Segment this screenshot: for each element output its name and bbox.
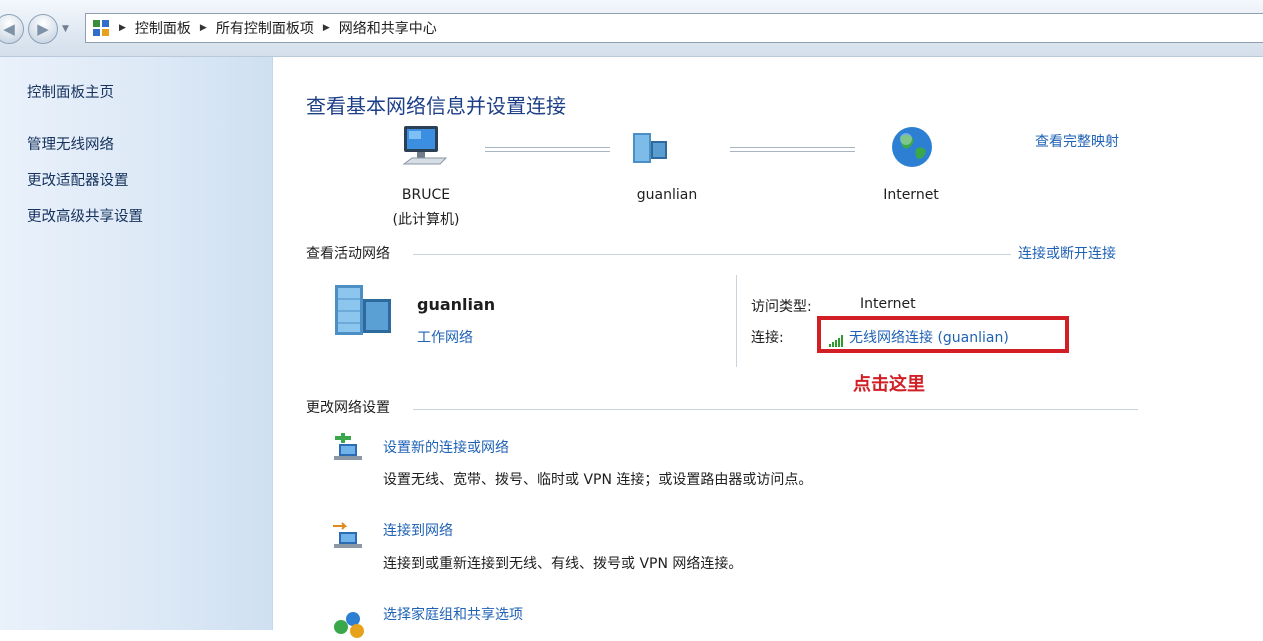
control-panel-icon: [92, 19, 110, 37]
section-divider: [413, 409, 1138, 410]
page-title: 查看基本网络信息并设置连接: [306, 94, 566, 118]
connect-to-network-link[interactable]: 连接到网络: [383, 520, 453, 540]
forward-button[interactable]: ▶: [28, 14, 58, 44]
sidebar: 控制面板主页 管理无线网络 更改适配器设置 更改高级共享设置: [0, 57, 273, 630]
breadcrumb-separator-icon[interactable]: ▶: [119, 23, 126, 33]
wireless-connection-link[interactable]: 无线网络连接 (guanlian): [829, 327, 1009, 347]
click-here-annotation: 点击这里: [853, 374, 925, 395]
new-connection-icon: [334, 433, 362, 460]
access-type-label: 访问类型:: [751, 299, 812, 315]
setup-new-connection-desc: 设置无线、宽带、拨号、临时或 VPN 连接；或设置路由器或访问点。: [383, 472, 813, 488]
section-divider: [413, 254, 1011, 255]
computer-monitor-icon[interactable]: [400, 124, 450, 170]
homegroup-icon: [334, 612, 364, 638]
sidebar-change-adapter[interactable]: 更改适配器设置: [27, 169, 129, 190]
breadcrumb-separator-icon[interactable]: ▶: [323, 23, 330, 33]
change-settings-title: 更改网络设置: [306, 400, 390, 416]
address-field[interactable]: ▶ 控制面板 ▶ 所有控制面板项 ▶ 网络和共享中心: [85, 13, 1263, 43]
wifi-signal-icon: [829, 335, 843, 347]
breadcrumb-separator-icon[interactable]: ▶: [200, 23, 207, 33]
sidebar-control-panel-home[interactable]: 控制面板主页: [27, 81, 114, 102]
recent-pages-dropdown[interactable]: ▼: [62, 24, 69, 34]
network-building-icon: [335, 285, 391, 335]
map-connector-line: [730, 147, 855, 152]
forward-arrow-icon: ▶: [37, 20, 49, 38]
breadcrumb-all-items[interactable]: 所有控制面板项: [216, 18, 314, 38]
vertical-divider: [736, 275, 737, 367]
connections-label: 连接:: [751, 330, 784, 346]
view-full-map-link[interactable]: 查看完整映射: [1035, 131, 1119, 151]
active-network-name: guanlian: [417, 295, 496, 314]
setup-new-connection-link[interactable]: 设置新的连接或网络: [383, 437, 509, 457]
access-type-value: Internet: [860, 296, 916, 312]
network-name-label: guanlian: [636, 187, 698, 203]
address-bar: ◀ ▶ ▼ ▶ 控制面板 ▶ 所有控制面板项 ▶ 网络和共享中心: [0, 0, 1263, 57]
network-type-link[interactable]: 工作网络: [417, 327, 473, 347]
connect-disconnect-link[interactable]: 连接或断开连接: [1018, 243, 1116, 263]
computer-name: BRUCE: [401, 187, 451, 203]
main-content: 查看基本网络信息并设置连接 BRUCE (此计算机) guanlian Inte…: [273, 57, 1263, 638]
computer-subtitle: (此计算机): [392, 212, 460, 228]
active-networks-title: 查看活动网络: [306, 246, 390, 262]
back-arrow-icon: ◀: [3, 20, 15, 38]
back-button[interactable]: ◀: [0, 14, 24, 44]
breadcrumb-control-panel[interactable]: 控制面板: [135, 18, 191, 38]
sidebar-manage-wireless[interactable]: 管理无线网络: [27, 133, 114, 154]
chevron-down-icon: ▼: [62, 24, 69, 34]
internet-label: Internet: [883, 187, 939, 203]
globe-icon[interactable]: [890, 125, 934, 169]
network-building-icon[interactable]: [629, 129, 675, 169]
connect-to-network-desc: 连接到或重新连接到无线、有线、拨号或 VPN 网络连接。: [383, 556, 743, 572]
breadcrumb-network-sharing-center[interactable]: 网络和共享中心: [339, 18, 437, 38]
map-connector-line: [485, 147, 610, 152]
connect-network-icon: [333, 522, 362, 548]
wireless-connection-label[interactable]: 无线网络连接 (guanlian): [849, 327, 1009, 347]
sidebar-advanced-sharing[interactable]: 更改高级共享设置: [27, 205, 143, 226]
homegroup-sharing-link[interactable]: 选择家庭组和共享选项: [383, 604, 523, 624]
